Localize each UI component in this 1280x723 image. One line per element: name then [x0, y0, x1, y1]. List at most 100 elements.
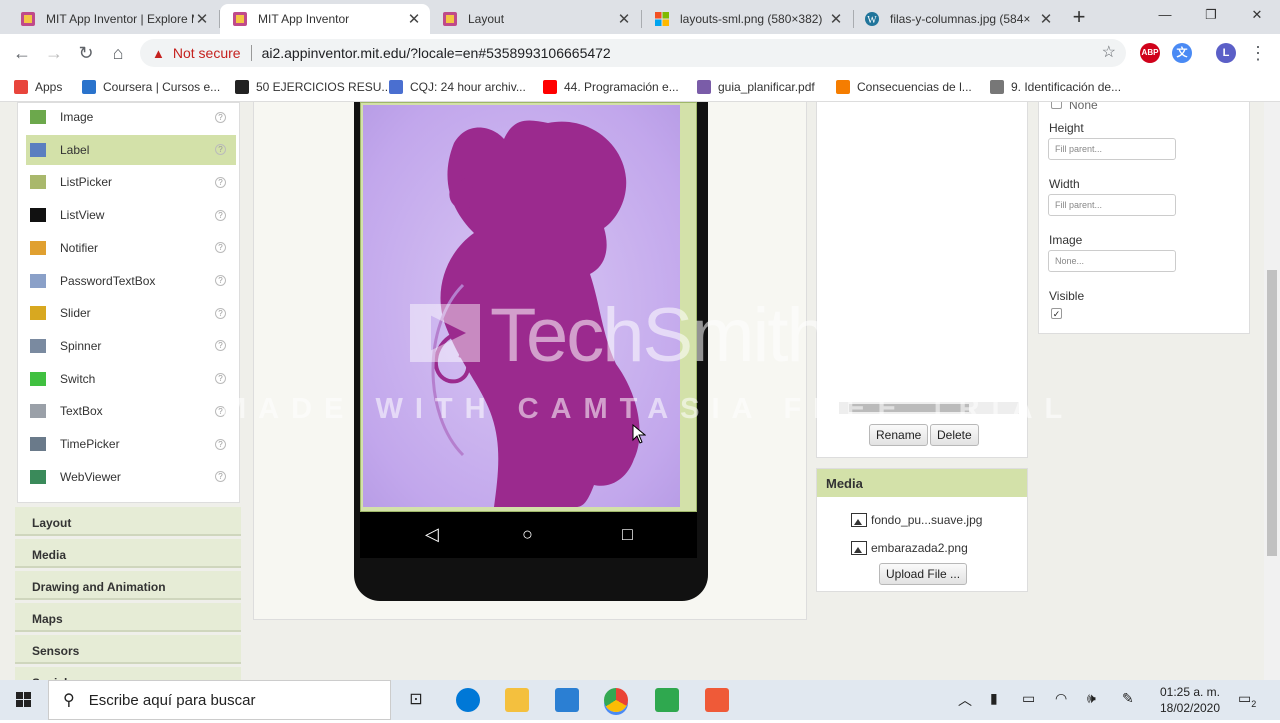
page-scrollbar[interactable]	[1264, 102, 1280, 680]
home-icon[interactable]: ⌂	[106, 41, 130, 65]
tab-filas-columnas[interactable]: W filas-y-columnas.jpg (584× ✕	[852, 4, 1062, 34]
reload-icon[interactable]: ↻	[74, 41, 98, 65]
slider-icon	[30, 306, 46, 321]
vscode-icon[interactable]	[555, 688, 579, 712]
palette-item-listview[interactable]: ListView?	[26, 200, 236, 230]
nav-home-icon[interactable]: ○	[522, 524, 533, 545]
palette-category-drawing-and-animation[interactable]: Drawing and Animation	[15, 571, 241, 600]
close-tab-icon[interactable]: ✕	[194, 10, 210, 28]
palette-category-media[interactable]: Media	[15, 539, 241, 568]
bookmark-ejercicios[interactable]: 50 EJERCICIOS RESU...	[235, 78, 391, 96]
warning-icon[interactable]: ▲	[152, 46, 165, 61]
palette-category-social[interactable]: Social	[15, 667, 241, 680]
help-icon[interactable]: ?	[215, 307, 226, 319]
visible-checkbox[interactable]: ✓	[1051, 308, 1062, 319]
edge-icon[interactable]	[456, 688, 480, 712]
battery-icon[interactable]: ▭	[1022, 690, 1035, 707]
width-input[interactable]: Fill parent...	[1048, 194, 1176, 216]
minimize-button[interactable]: —	[1142, 0, 1188, 30]
palette-item-listpicker[interactable]: ListPicker?	[26, 167, 236, 197]
back-arrow-icon[interactable]: ←	[10, 41, 34, 65]
close-tab-icon[interactable]: ✕	[406, 10, 422, 28]
media-file-item[interactable]: embarazada2.png	[851, 539, 968, 557]
tab-layout[interactable]: Layout ✕	[430, 4, 640, 34]
tab-explore[interactable]: MIT App Inventor | Explore MIT App Inven…	[8, 4, 218, 34]
palette-item-switch[interactable]: Switch?	[26, 364, 236, 394]
close-tab-icon[interactable]: ✕	[1038, 10, 1054, 28]
not-secure-label[interactable]: Not secure	[173, 45, 241, 61]
palette-item-slider[interactable]: Slider?	[26, 298, 236, 328]
palette-item-textbox[interactable]: TextBox?	[26, 396, 236, 426]
components-panel: Rename Delete	[816, 102, 1028, 458]
tab-layouts-image[interactable]: layouts-sml.png (580×382) ✕	[642, 4, 852, 34]
help-icon[interactable]: ?	[215, 176, 226, 188]
profile-avatar[interactable]: L	[1216, 43, 1236, 63]
chrome-icon[interactable]	[604, 688, 628, 712]
bookmark-programacion[interactable]: 44. Programación e...	[543, 78, 679, 96]
nav-recents-icon[interactable]: □	[622, 524, 633, 545]
wifi-icon[interactable]: ◠	[1055, 690, 1067, 707]
camtasia-green-icon[interactable]	[655, 688, 679, 712]
url-text[interactable]: ai2.appinventor.mit.edu/?locale=en#53589…	[262, 45, 611, 61]
notifications-icon[interactable]: ▭2	[1238, 690, 1256, 709]
nav-back-icon[interactable]: ◁	[425, 524, 439, 545]
help-icon[interactable]: ?	[215, 373, 226, 385]
file-explorer-icon[interactable]	[505, 688, 529, 712]
palette-item-passwordtextbox[interactable]: PasswordTextBox?	[26, 266, 236, 296]
palette-item-notifier[interactable]: Notifier?	[26, 233, 236, 263]
height-input[interactable]: Fill parent...	[1048, 138, 1176, 160]
system-clock[interactable]: 01:25 a. m. 18/02/2020	[1150, 684, 1230, 716]
adblock-extension-icon[interactable]: ABP	[1140, 43, 1160, 63]
help-icon[interactable]: ?	[215, 471, 226, 483]
camtasia-recorder-icon[interactable]	[705, 688, 729, 712]
palette-category-maps[interactable]: Maps	[15, 603, 241, 632]
help-icon[interactable]: ?	[215, 438, 226, 450]
bookmark-apps[interactable]: Apps	[14, 78, 62, 96]
forward-arrow-icon[interactable]: →	[42, 41, 66, 65]
tab-app-inventor[interactable]: MIT App Inventor ✕	[220, 4, 430, 34]
help-icon[interactable]: ?	[215, 340, 226, 352]
pen-icon[interactable]: ✎	[1122, 690, 1134, 707]
upload-file-button[interactable]: Upload File ...	[879, 563, 968, 585]
maximize-button[interactable]: ❐	[1188, 0, 1234, 30]
bookmark-cqj[interactable]: CQJ: 24 hour archiv...	[389, 78, 526, 96]
task-view-icon[interactable]: ⊡	[404, 688, 428, 712]
palette-item-webviewer[interactable]: WebViewer?	[26, 462, 236, 492]
delete-button[interactable]: Delete	[930, 424, 979, 446]
palette-category-layout[interactable]: Layout	[15, 507, 241, 536]
help-icon[interactable]: ?	[215, 111, 226, 123]
more-menu-icon[interactable]: ⋮	[1246, 41, 1270, 65]
bookmark-guia[interactable]: guia_planificar.pdf	[697, 78, 815, 96]
image-input[interactable]: None...	[1048, 250, 1176, 272]
horizontal-scrollbar[interactable]	[839, 402, 1019, 414]
help-icon[interactable]: ?	[215, 275, 226, 286]
media-file-item[interactable]: fondo_pu...suave.jpg	[851, 511, 982, 529]
bookmark-coursera[interactable]: Coursera | Cursos e...	[82, 78, 220, 96]
help-icon[interactable]: ?	[215, 144, 226, 156]
palette-item-label[interactable]: Label?	[26, 134, 236, 165]
close-tab-icon[interactable]: ✕	[828, 10, 844, 28]
palette-category-sensors[interactable]: Sensors	[15, 635, 241, 664]
help-icon[interactable]: ?	[215, 405, 226, 417]
usb-icon[interactable]: ▮	[990, 690, 998, 707]
translate-extension-icon[interactable]: 文	[1172, 43, 1192, 63]
address-bar[interactable]: ▲ Not secure ai2.appinventor.mit.edu/?lo…	[140, 39, 1126, 67]
help-icon[interactable]: ?	[215, 209, 226, 221]
bookmark-identificacion[interactable]: 9. Identificación de...	[990, 78, 1121, 96]
screen-canvas[interactable]	[360, 102, 697, 512]
start-button[interactable]	[0, 680, 48, 720]
tray-chevron-icon[interactable]: ︿	[958, 690, 972, 710]
new-tab-button[interactable]: +	[1066, 5, 1092, 31]
rename-button[interactable]: Rename	[869, 424, 929, 446]
palette-item-timepicker[interactable]: TimePicker?	[26, 429, 236, 459]
none-checkbox[interactable]	[1051, 102, 1062, 109]
close-window-button[interactable]: ✕	[1234, 0, 1280, 30]
bookmark-star-icon[interactable]: ☆	[1102, 42, 1116, 62]
close-tab-icon[interactable]: ✕	[616, 10, 632, 28]
taskbar-search[interactable]: ⚲ Escribe aquí para buscar	[48, 680, 391, 720]
bookmark-consecuencias[interactable]: Consecuencias de l...	[836, 78, 972, 96]
palette-item-spinner[interactable]: Spinner?	[26, 331, 236, 361]
palette-item-image[interactable]: Image?	[26, 102, 236, 132]
volume-icon[interactable]: 🕪	[1087, 690, 1096, 707]
help-icon[interactable]: ?	[215, 242, 226, 254]
